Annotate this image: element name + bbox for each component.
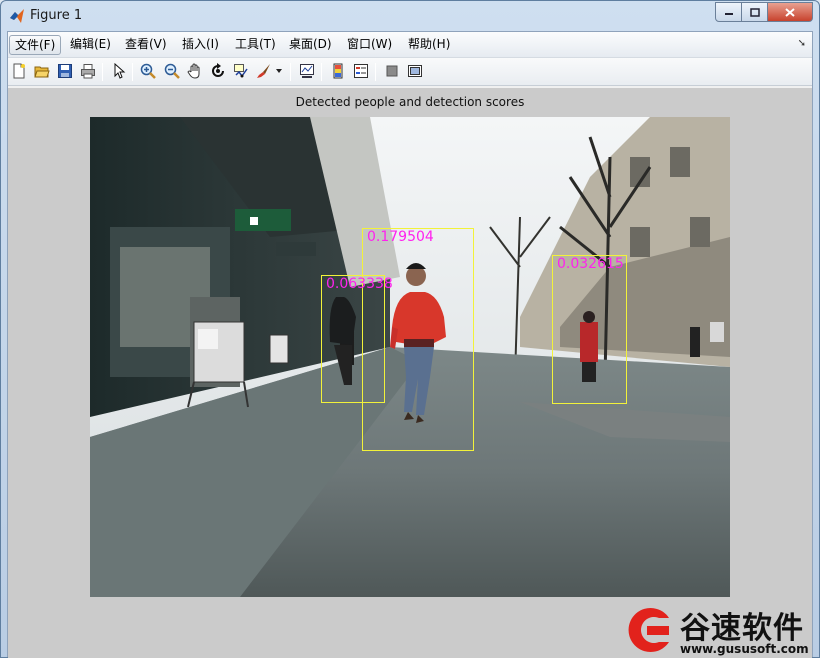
rotate-3d-icon[interactable] (209, 62, 227, 80)
maximize-icon (749, 7, 760, 17)
image-axes[interactable]: 0.179504 0.063338 0.032615 (90, 117, 730, 597)
menu-file[interactable]: 文件(F) (9, 35, 62, 55)
figure-window: Figure 1 文件(F) 编辑(E) 查看(V) 插入(I) 工具(T) 桌… (0, 0, 820, 658)
maximize-button[interactable] (742, 2, 768, 22)
zoom-out-icon[interactable] (163, 62, 181, 80)
legend-icon[interactable] (352, 62, 370, 80)
menu-window[interactable]: 窗口(W) (342, 35, 397, 55)
minimize-icon (724, 13, 733, 15)
matlab-logo-icon (10, 9, 24, 23)
detection-score-label: 0.179504 (367, 229, 434, 245)
detection-box (552, 255, 627, 404)
client-area: 文件(F) 编辑(E) 查看(V) 插入(I) 工具(T) 桌面(D) 窗口(W… (7, 31, 813, 658)
print-icon[interactable] (79, 62, 97, 80)
zoom-in-icon[interactable] (139, 62, 157, 80)
title-bar[interactable]: Figure 1 (1, 1, 819, 31)
window-title: Figure 1 (30, 8, 83, 23)
pan-icon[interactable] (186, 62, 204, 80)
figure-canvas: Detected people and detection scores 0.1… (8, 88, 812, 658)
hide-plot-tools-icon[interactable] (383, 62, 401, 80)
detection-score-label: 0.063338 (326, 276, 393, 292)
brush-icon[interactable] (255, 62, 273, 80)
brush-dropdown-icon[interactable] (274, 62, 284, 80)
toolbar-separator (132, 63, 133, 81)
new-figure-icon[interactable] (10, 62, 28, 80)
gususoft-logo-icon (628, 608, 669, 652)
menu-expand-icon[interactable]: ➘ (798, 38, 806, 49)
figure-title: Detected people and detection scores (295, 95, 525, 109)
window-controls (715, 2, 813, 22)
toolbar-separator (375, 63, 376, 81)
watermark-url: www.gususoft.com (680, 642, 809, 656)
close-button[interactable] (768, 2, 813, 22)
show-plot-tools-icon[interactable] (406, 62, 424, 80)
watermark-brand-name: 谷速软件 (680, 611, 804, 646)
menu-edit[interactable]: 编辑(E) (65, 35, 116, 55)
close-icon (785, 7, 795, 17)
menu-tools[interactable]: 工具(T) (230, 35, 281, 55)
toolbar-separator (321, 63, 322, 81)
detection-box (321, 275, 385, 403)
menu-view[interactable]: 查看(V) (120, 35, 172, 55)
save-icon[interactable] (56, 62, 74, 80)
toolbar-separator (290, 63, 291, 81)
menu-desktop[interactable]: 桌面(D) (284, 35, 337, 55)
menu-insert[interactable]: 插入(I) (177, 35, 224, 55)
figure-toolbar (8, 58, 812, 86)
watermark: 谷速软件 www.gususoft.com (620, 600, 820, 658)
link-plot-icon[interactable] (298, 62, 316, 80)
menu-bar: 文件(F) 编辑(E) 查看(V) 插入(I) 工具(T) 桌面(D) 窗口(W… (8, 32, 812, 58)
minimize-button[interactable] (715, 2, 742, 22)
menu-help[interactable]: 帮助(H) (403, 35, 455, 55)
colorbar-icon[interactable] (329, 62, 347, 80)
toolbar-separator (102, 63, 103, 81)
open-file-icon[interactable] (33, 62, 51, 80)
detection-score-label: 0.032615 (557, 256, 624, 272)
data-cursor-icon[interactable] (232, 62, 250, 80)
edit-plot-icon[interactable] (110, 62, 128, 80)
